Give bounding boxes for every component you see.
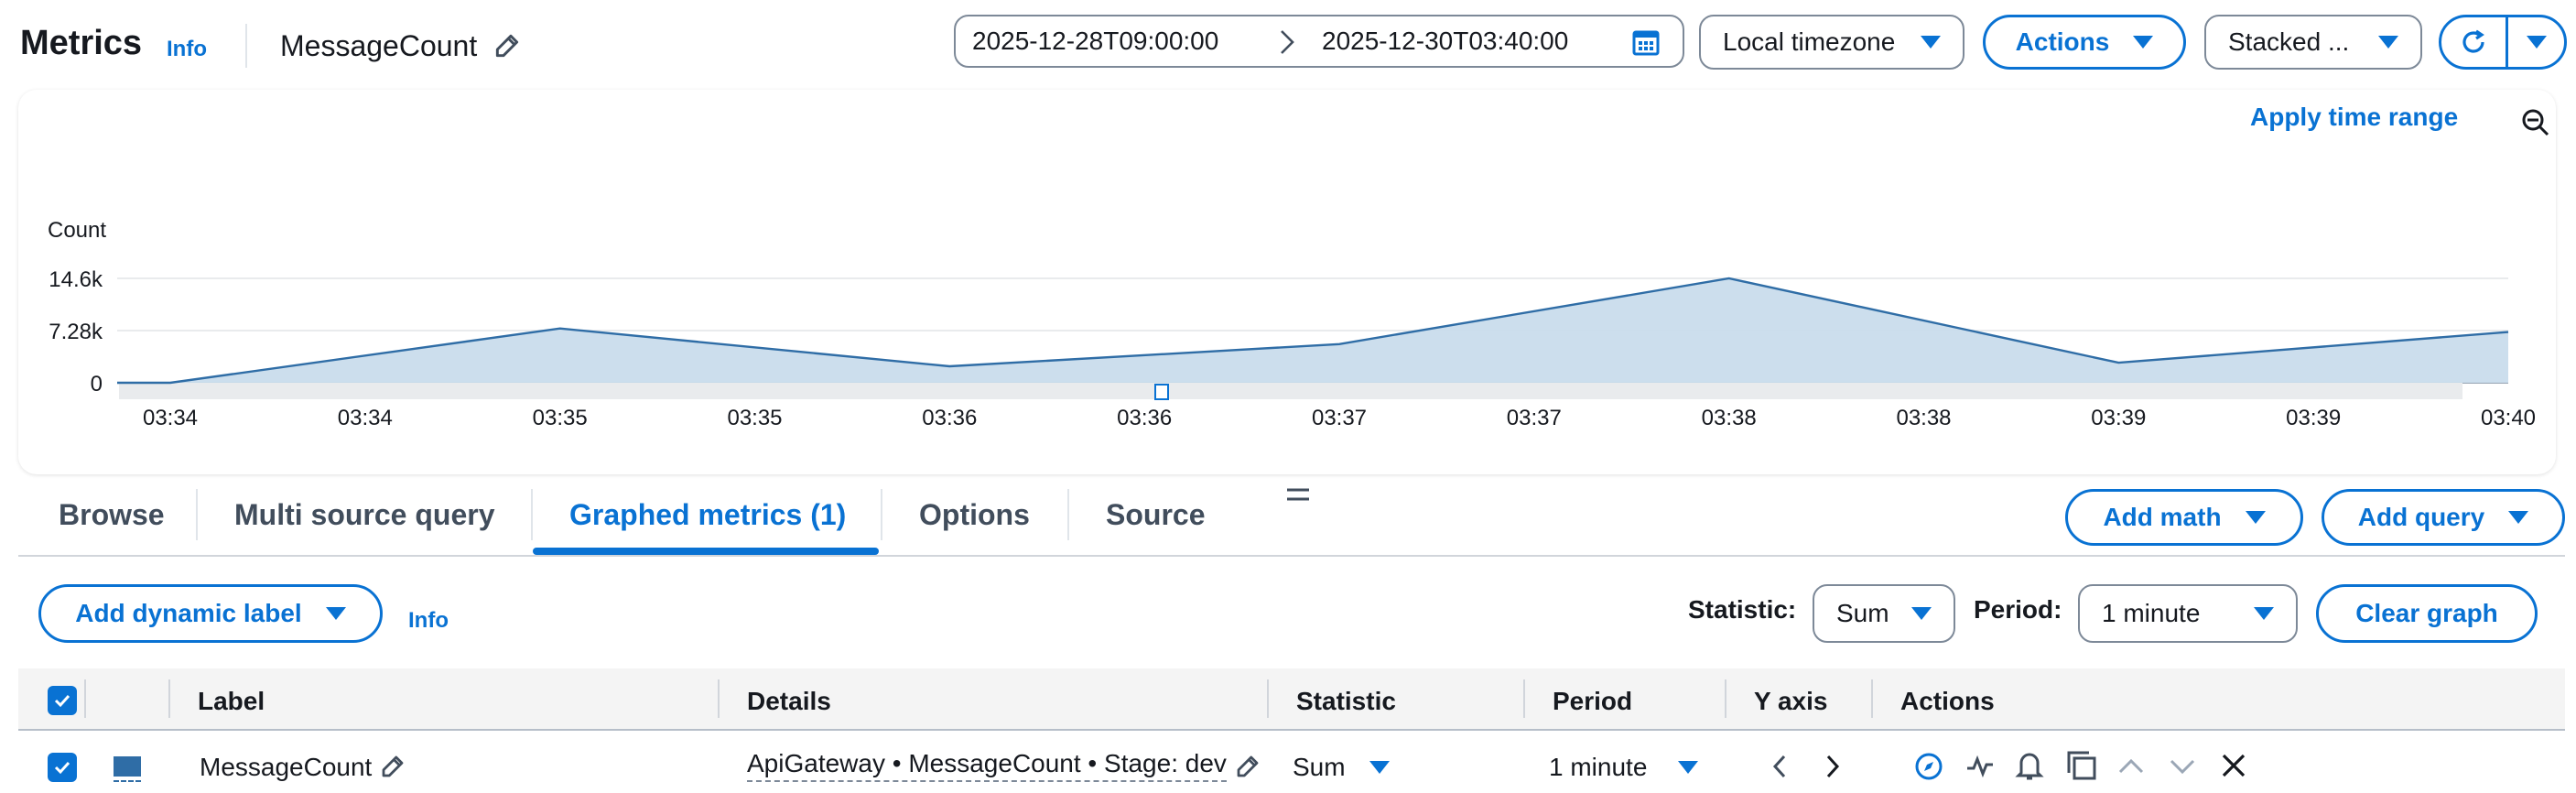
statistic-caret-icon	[1911, 607, 1932, 620]
column-header-y-axis[interactable]: Y axis	[1754, 687, 1827, 716]
x-tick-label: 03:35	[533, 406, 588, 430]
statistic-label: Statistic:	[1688, 595, 1797, 624]
tab-divider	[881, 489, 882, 540]
checkmark-icon	[54, 694, 70, 708]
row-label: MessageCount	[200, 753, 373, 781]
alarm-bell-icon[interactable]	[2014, 749, 2045, 787]
column-header-label[interactable]: Label	[198, 687, 265, 716]
edit-details-pencil-icon[interactable]	[1234, 753, 1261, 785]
period-select-value: 1 minute	[2102, 599, 2201, 627]
statistic-select[interactable]: Sum	[1813, 584, 1955, 643]
add-dynamic-label-text: Add dynamic label	[75, 599, 302, 627]
statistic-select-value: Sum	[1836, 599, 1889, 627]
x-tick-label: 03:37	[1312, 406, 1367, 430]
checkmark-icon	[54, 761, 70, 775]
column-divider	[168, 679, 170, 718]
row-period-dropdown[interactable]: 1 minute	[1549, 753, 1699, 782]
column-divider	[1267, 679, 1269, 718]
x-tick-label: 03:39	[2091, 406, 2146, 430]
x-tick-label: 03:38	[1702, 406, 1757, 430]
compass-icon[interactable]	[1913, 751, 1944, 787]
time-brush-handle[interactable]	[1154, 384, 1169, 400]
remove-metric-close-icon[interactable]	[2219, 751, 2248, 785]
row-statistic-caret-icon	[1369, 761, 1390, 774]
select-all-checkbox[interactable]	[48, 686, 77, 715]
tab-options[interactable]: Options	[919, 498, 1030, 532]
x-tick-label: 03:36	[922, 406, 977, 430]
duplicate-icon[interactable]	[2065, 749, 2098, 787]
x-tick-label: 03:40	[2481, 406, 2536, 430]
move-down-chevron-icon[interactable]	[2168, 753, 2197, 785]
table-header	[18, 668, 2565, 729]
x-tick-label: 03:34	[338, 406, 393, 430]
tabs-divider	[18, 555, 2565, 557]
column-header-statistic[interactable]: Statistic	[1296, 687, 1396, 716]
row-statistic-value: Sum	[1293, 753, 1346, 781]
column-divider	[84, 679, 86, 718]
clear-graph-button[interactable]: Clear graph	[2316, 584, 2538, 643]
series-color-swatch[interactable]	[114, 756, 141, 782]
tab-source[interactable]: Source	[1106, 498, 1205, 532]
row-period-value: 1 minute	[1549, 753, 1648, 781]
y-axis-label: Count	[48, 218, 106, 243]
add-query-caret-icon	[2508, 511, 2529, 524]
x-tick-label: 03:39	[2286, 406, 2341, 430]
x-tick-label: 03:34	[143, 406, 198, 430]
x-tick-label: 03:38	[1896, 406, 1951, 430]
metric-area-chart[interactable]: Count 14.6k 7.28k 0 03:34 03:34 03:35 03:35 03…	[0, 0, 2576, 485]
clear-graph-label: Clear graph	[2355, 599, 2498, 627]
tab-divider	[196, 489, 198, 540]
anomaly-detection-icon[interactable]	[1964, 751, 1996, 787]
tab-divider	[1067, 489, 1069, 540]
active-tab-indicator	[533, 548, 879, 555]
column-divider	[1725, 679, 1726, 718]
column-header-details[interactable]: Details	[747, 687, 831, 716]
x-tick-label: 03:35	[727, 406, 782, 430]
row-period-caret-icon	[1678, 761, 1699, 774]
add-query-button[interactable]: Add query	[2322, 489, 2565, 546]
row-select-checkbox[interactable]	[48, 753, 77, 782]
column-header-period[interactable]: Period	[1553, 687, 1632, 716]
column-divider	[718, 679, 720, 718]
column-divider	[1523, 679, 1525, 718]
y-tick-label: 0	[91, 372, 103, 396]
add-math-button[interactable]: Add math	[2065, 489, 2303, 546]
row-details[interactable]: ApiGateway • MessageCount • Stage: dev	[747, 749, 1227, 782]
add-math-caret-icon	[2245, 511, 2266, 524]
time-brush-track[interactable]	[119, 383, 2462, 399]
add-query-label: Add query	[2357, 503, 2485, 531]
add-dynamic-label-caret-icon	[325, 607, 346, 620]
tab-graphed-metrics[interactable]: Graphed metrics (1)	[569, 498, 846, 532]
move-up-chevron-icon[interactable]	[2116, 753, 2146, 785]
y-tick-label: 7.28k	[49, 320, 103, 344]
add-dynamic-label-button[interactable]: Add dynamic label	[38, 584, 383, 643]
x-tick-label: 03:37	[1507, 406, 1562, 430]
column-header-actions[interactable]: Actions	[1900, 687, 1995, 716]
period-label: Period:	[1974, 595, 2062, 624]
tab-divider	[531, 489, 533, 540]
dynamic-label-info-link[interactable]: Info	[408, 608, 449, 634]
column-divider	[1871, 679, 1873, 718]
edit-label-pencil-icon[interactable]	[379, 753, 406, 785]
tab-multi-source-query[interactable]: Multi source query	[234, 498, 495, 532]
y-tick-label: 14.6k	[49, 267, 103, 292]
y-axis-right-chevron-icon[interactable]	[1822, 753, 1844, 785]
row-statistic-dropdown[interactable]: Sum	[1293, 753, 1390, 782]
tab-browse[interactable]: Browse	[59, 498, 165, 532]
x-tick-label: 03:36	[1117, 406, 1172, 430]
add-math-label: Add math	[2103, 503, 2222, 531]
resize-handle-icon[interactable]	[1285, 485, 1311, 508]
y-axis-left-chevron-icon[interactable]	[1769, 753, 1791, 785]
period-caret-icon	[2254, 607, 2274, 620]
period-select[interactable]: 1 minute	[2078, 584, 2298, 643]
